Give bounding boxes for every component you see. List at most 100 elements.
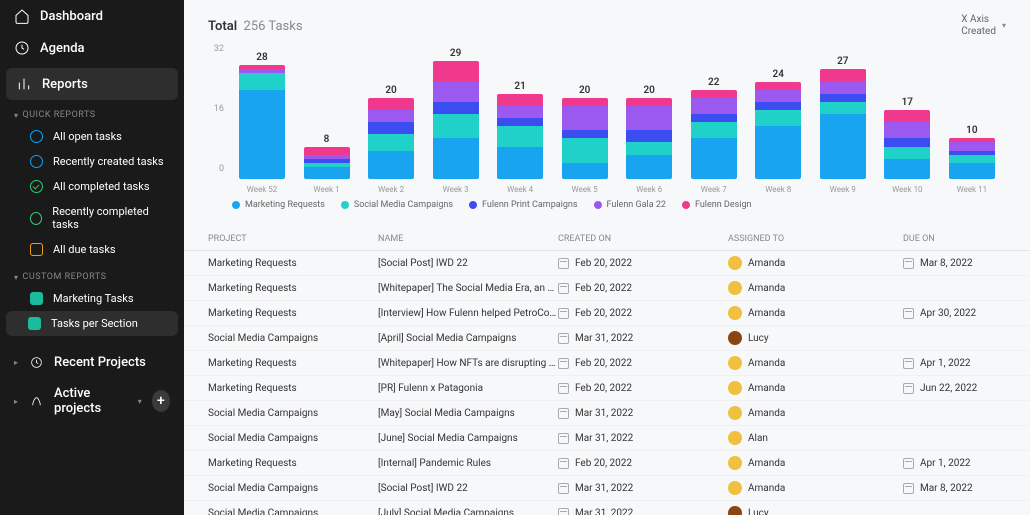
cell-name: [Social Post] IWD 22 xyxy=(378,258,558,269)
bar-stack xyxy=(562,98,608,179)
table-row[interactable]: Social Media Campaigns[July] Social Medi… xyxy=(184,501,1030,515)
cell-assigned: Amanda xyxy=(728,256,903,270)
bar-x-label: Week 8 xyxy=(765,185,791,194)
cr-tasks-per-section[interactable]: Tasks per Section xyxy=(6,311,178,336)
legend-dot xyxy=(232,201,240,209)
bar-column[interactable]: 22Week 7 xyxy=(686,77,742,194)
bar-column[interactable]: 29Week 3 xyxy=(428,48,484,194)
table-row[interactable]: Marketing Requests[Whitepaper] The Socia… xyxy=(184,276,1030,301)
cell-project: Marketing Requests xyxy=(208,383,378,394)
legend-item[interactable]: Fulenn Gala 22 xyxy=(594,200,666,210)
bar-column[interactable]: 28 Week 52 xyxy=(234,52,290,194)
bar-segment xyxy=(626,98,672,106)
bar-value: 22 xyxy=(708,77,719,88)
bar-column[interactable]: 20Week 5 xyxy=(557,85,613,194)
table-row[interactable]: Marketing Requests[PR] Fulenn x Patagoni… xyxy=(184,376,1030,401)
table-row[interactable]: Social Media Campaigns[June] Social Medi… xyxy=(184,426,1030,451)
bar-column[interactable]: 20Week 2 xyxy=(363,85,419,194)
cell-project: Social Media Campaigns xyxy=(208,433,378,444)
qr-recent-completed[interactable]: Recently completed tasks xyxy=(0,199,184,237)
cr-marketing-tasks[interactable]: Marketing Tasks xyxy=(0,286,184,311)
bar-column[interactable]: 10Week 11 xyxy=(944,125,1000,194)
cell-assigned: Amanda xyxy=(728,481,903,495)
y-axis: 32160 xyxy=(208,44,228,174)
nav-recent-projects[interactable]: ▸ Recent Projects xyxy=(0,346,184,378)
legend-item[interactable]: Social Media Campaigns xyxy=(341,200,453,210)
bar-column[interactable]: 17Week 10 xyxy=(879,97,935,194)
calendar-icon xyxy=(558,483,569,494)
bar-column[interactable]: 21Week 4 xyxy=(492,81,548,194)
legend-item[interactable]: Fulenn Design xyxy=(682,200,752,210)
home-icon xyxy=(14,8,30,24)
bar-segment xyxy=(497,126,543,146)
bar-value: 28 xyxy=(256,52,267,63)
bar-segment xyxy=(884,122,930,138)
avatar xyxy=(728,356,742,370)
qr-all-due[interactable]: All due tasks xyxy=(0,237,184,262)
report-icon xyxy=(28,317,41,330)
add-project-button[interactable]: + xyxy=(152,390,170,412)
chart-legend: Marketing Requests Social Media Campaigns… xyxy=(208,194,1006,210)
tasks-table: PROJECT NAME CREATED ON ASSIGNED TO DUE … xyxy=(184,228,1030,515)
quick-reports-header[interactable]: ▾QUICK REPORTS xyxy=(0,100,184,124)
bar-column[interactable]: 20Week 6 xyxy=(621,85,677,194)
table-row[interactable]: Social Media Campaigns[Social Post] IWD … xyxy=(184,476,1030,501)
sidebar: Dashboard Agenda Reports ▾QUICK REPORTS … xyxy=(0,0,184,515)
table-row[interactable]: Social Media Campaigns[April] Social Med… xyxy=(184,326,1030,351)
cell-name: [PR] Fulenn x Patagonia xyxy=(378,383,558,394)
cell-created: Mar 31, 2022 xyxy=(558,433,728,444)
legend-item[interactable]: Marketing Requests xyxy=(232,200,325,210)
table-row[interactable]: Social Media Campaigns[May] Social Media… xyxy=(184,401,1030,426)
calendar-icon xyxy=(558,508,569,515)
calendar-icon xyxy=(558,283,569,294)
custom-reports-header[interactable]: ▾CUSTOM REPORTS xyxy=(0,262,184,286)
bar-segment xyxy=(691,122,737,138)
bar-segment xyxy=(368,134,414,150)
table-row[interactable]: Marketing Requests[Social Post] IWD 22Fe… xyxy=(184,251,1030,276)
table-row[interactable]: Marketing Requests[Whitepaper] How NFTs … xyxy=(184,351,1030,376)
bar-segment xyxy=(949,155,995,163)
bar-segment xyxy=(433,114,479,138)
bar-segment xyxy=(884,110,930,122)
bar-column[interactable]: 24 Week 8 xyxy=(750,69,806,195)
col-project[interactable]: PROJECT xyxy=(208,234,378,244)
nav-reports[interactable]: Reports xyxy=(6,68,178,100)
x-axis-selector[interactable]: X AxisCreated ▾ xyxy=(961,14,1006,38)
qr-all-open[interactable]: All open tasks xyxy=(0,124,184,149)
legend-dot xyxy=(469,201,477,209)
bar-value: 24 xyxy=(773,69,784,80)
avatar xyxy=(728,281,742,295)
table-row[interactable]: Marketing Requests[Interview] How Fulenn… xyxy=(184,301,1030,326)
circle-open-icon xyxy=(30,155,43,168)
table-row[interactable]: Marketing Requests[Internal] Pandemic Ru… xyxy=(184,451,1030,476)
bar-x-label: Week 1 xyxy=(314,185,340,194)
bar-segment xyxy=(691,98,737,114)
bar-column[interactable]: 27Week 9 xyxy=(815,56,871,194)
chevron-down-icon: ▾ xyxy=(1002,21,1006,31)
bar-column[interactable]: 8Week 1 xyxy=(299,134,355,195)
legend-label: Marketing Requests xyxy=(245,200,325,210)
legend-item[interactable]: Fulenn Print Campaigns xyxy=(469,200,578,210)
cell-project: Marketing Requests xyxy=(208,258,378,269)
qr-recent-created[interactable]: Recently created tasks xyxy=(0,149,184,174)
nav-active-projects[interactable]: ▸ Active projects ▾ + xyxy=(0,378,184,424)
cell-created: Mar 31, 2022 xyxy=(558,483,728,494)
col-created[interactable]: CREATED ON xyxy=(558,234,728,244)
nav-dashboard[interactable]: Dashboard xyxy=(0,0,184,32)
bar-segment xyxy=(755,90,801,102)
avatar xyxy=(728,481,742,495)
chevron-down-icon: ▾ xyxy=(14,111,19,120)
cell-project: Marketing Requests xyxy=(208,308,378,319)
col-assigned[interactable]: ASSIGNED TO xyxy=(728,234,903,244)
col-due[interactable]: DUE ON xyxy=(903,234,1006,244)
legend-label: Fulenn Design xyxy=(695,200,752,210)
clock-icon xyxy=(14,40,30,56)
bar-stack xyxy=(497,94,543,179)
bar-x-label: Week 52 xyxy=(247,185,278,194)
calendar-icon xyxy=(903,308,914,319)
col-name[interactable]: NAME xyxy=(378,234,558,244)
qr-all-completed[interactable]: All completed tasks xyxy=(0,174,184,199)
bar-segment xyxy=(755,102,801,110)
nav-agenda[interactable]: Agenda xyxy=(0,32,184,64)
total-tasks: Total 256 Tasks xyxy=(208,19,303,34)
